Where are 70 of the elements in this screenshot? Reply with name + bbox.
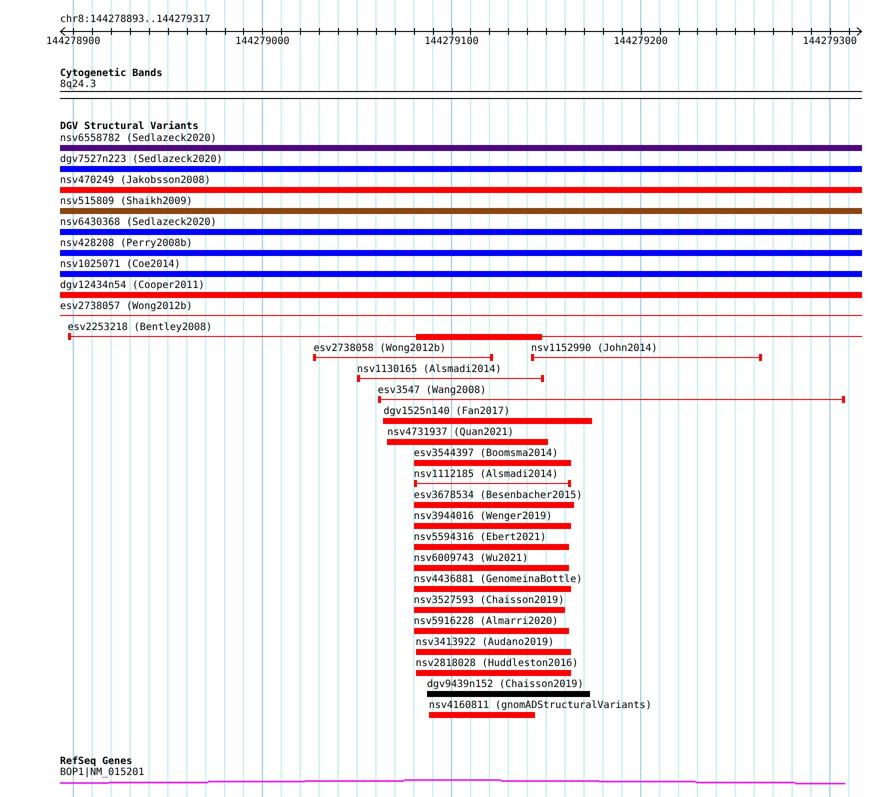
variant-bar[interactable] xyxy=(60,271,862,277)
variant-label: esv3547 (Wang2008) xyxy=(378,385,486,396)
variant-label: nsv3527593 (Chaisson2019) xyxy=(414,595,564,606)
variant-label: esv2738057 (Wong2012b) xyxy=(60,301,192,312)
variant-bar[interactable] xyxy=(60,145,862,151)
variant-label: nsv1152990 (John2014) xyxy=(530,343,658,354)
variant-label: dgv7527n223 (Sedlazeck2020) xyxy=(60,154,223,165)
variant-bar[interactable] xyxy=(60,229,862,235)
variant-label: nsv5594316 (Ebert2021) xyxy=(414,532,546,543)
location-text: chr8:144278893..144279317 xyxy=(60,14,211,25)
variant-label: dgv1525n140 (Fan2017) xyxy=(383,406,510,417)
variant-label: dgv12434n54 (Cooper2011) xyxy=(60,280,204,291)
gene-line[interactable] xyxy=(60,779,846,784)
variant-bar[interactable] xyxy=(416,334,542,340)
variant-bar[interactable] xyxy=(414,544,569,550)
variant-bar[interactable] xyxy=(414,586,571,592)
variant-label: nsv3413922 (Audano2019) xyxy=(416,637,554,648)
variant-label: nsv5916228 (Almarri2020) xyxy=(414,616,558,627)
track-title: DGV Structural Variants xyxy=(60,121,198,132)
variant-bar[interactable] xyxy=(416,670,571,676)
tick-label: 144279200 xyxy=(614,36,668,47)
track-title: RefSeq Genes xyxy=(60,756,132,767)
variant-bar[interactable] xyxy=(414,628,569,634)
variant-bar[interactable] xyxy=(387,439,548,445)
track-title: Cytogenetic Bands xyxy=(60,68,162,79)
variant-label: nsv470249 (Jakobsson2008) xyxy=(60,175,211,186)
variant-label: nsv6558782 (Sedlazeck2020) xyxy=(60,133,217,144)
variant-label: nsv515809 (Shaikh2009) xyxy=(60,196,192,207)
variant-bar[interactable] xyxy=(414,565,569,571)
variant-label: nsv6430368 (Sedlazeck2020) xyxy=(60,217,217,228)
variant-bar[interactable] xyxy=(60,208,862,214)
variant-label: nsv2818028 (Huddleston2016) xyxy=(416,658,578,669)
variant-bar[interactable] xyxy=(416,649,571,655)
variant-label: esv2738058 (Wong2012b) xyxy=(313,343,446,354)
variant-line[interactable] xyxy=(60,312,862,319)
tick-label: 144279000 xyxy=(235,36,290,47)
variant-line[interactable] xyxy=(313,354,494,361)
gene-label: BOP1|NM_015201 xyxy=(60,767,144,778)
band-label: 8q24.3 xyxy=(60,79,96,90)
tick-label: 144278900 xyxy=(46,36,100,47)
variant-bar[interactable] xyxy=(60,292,862,298)
variant-line[interactable] xyxy=(414,480,571,487)
variant-bar[interactable] xyxy=(414,502,574,508)
variant-label: nsv1130165 (Alsmadi2014) xyxy=(356,364,502,375)
tick-label: 144279100 xyxy=(424,36,479,47)
tick-label: 144279300 xyxy=(802,36,857,47)
variant-label: dgv9439n152 (Chaisson2019) xyxy=(426,679,584,690)
variant-bar[interactable] xyxy=(60,250,862,256)
variant-label: nsv1112185 (Alsmadi2014) xyxy=(414,469,558,480)
variant-bar[interactable] xyxy=(60,166,862,172)
variant-bar[interactable] xyxy=(414,607,566,613)
variant-label: nsv4436881 (GenomeinaBottle) xyxy=(414,574,582,585)
variant-line[interactable] xyxy=(530,354,762,361)
variant-line[interactable] xyxy=(378,396,845,403)
variant-label: nsv4160811 (gnomADStructuralVariants) xyxy=(428,700,652,711)
variant-label: nsv428208 (Perry2008b) xyxy=(60,238,192,249)
variant-bar[interactable] xyxy=(428,712,535,718)
variant-label: nsv4731937 (Quan2021) xyxy=(387,427,514,438)
variant-line[interactable] xyxy=(356,375,544,382)
variant-label: nsv1025071 (Coe2014) xyxy=(60,259,180,270)
variant-label: nsv6009743 (Wu2021) xyxy=(414,553,528,564)
variant-bar[interactable] xyxy=(426,691,590,697)
variant-bar[interactable] xyxy=(60,187,862,193)
variant-label: nsv3944016 (Wenger2019) xyxy=(414,511,552,522)
variant-label: esv2253218 (Bentley2008) xyxy=(68,322,212,333)
variant-label: esv3544397 (Boomsma2014) xyxy=(414,448,558,459)
variant-bar[interactable] xyxy=(383,418,592,424)
variant-bar[interactable] xyxy=(414,460,571,466)
variant-bar[interactable] xyxy=(414,523,571,529)
variant-label: esv3678534 (Besenbacher2015) xyxy=(414,490,582,501)
